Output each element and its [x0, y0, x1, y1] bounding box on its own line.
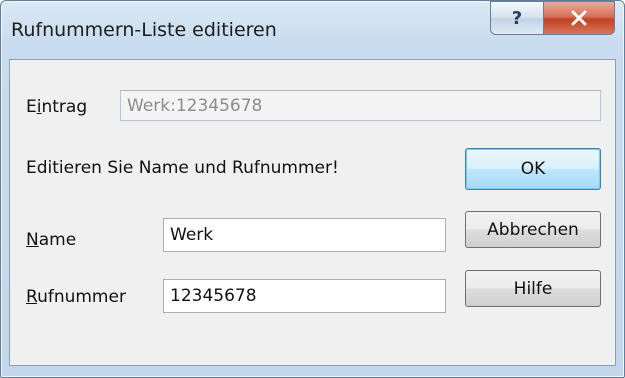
number-input[interactable] [163, 279, 446, 313]
name-input[interactable] [163, 218, 446, 252]
number-label: Rufnummer [26, 287, 126, 307]
entry-label: Eintrag [26, 97, 88, 117]
window-title: Rufnummern-Liste editieren [11, 19, 277, 41]
title-close-button[interactable] [543, 1, 615, 35]
dialog-client-area: Eintrag Editieren Sie Name und Rufnummer… [9, 59, 616, 366]
cancel-button[interactable]: Abbrechen [465, 211, 601, 248]
question-mark-icon: ? [511, 7, 523, 29]
instruction-text: Editieren Sie Name und Rufnummer! [26, 158, 339, 178]
name-label: Name [26, 230, 77, 250]
close-icon [571, 10, 587, 26]
title-help-button[interactable]: ? [490, 1, 544, 35]
entry-field[interactable] [120, 90, 601, 121]
dialog-window: Rufnummern-Liste editieren ? Eintrag Edi… [0, 0, 625, 378]
help-button[interactable]: Hilfe [465, 270, 601, 307]
ok-button[interactable]: OK [465, 148, 601, 190]
